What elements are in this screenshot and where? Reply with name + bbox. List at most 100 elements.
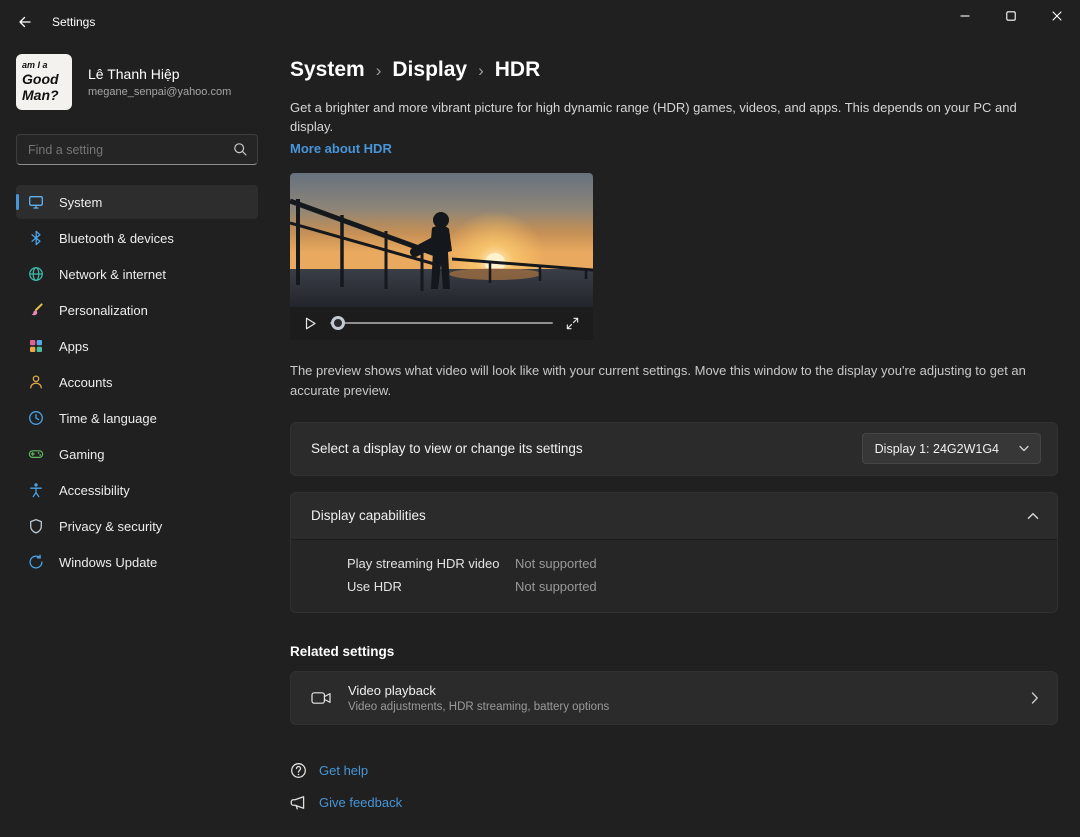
- main-content: System › Display › HDR Get a brighter an…: [270, 44, 1080, 837]
- apps-grid-icon: [28, 338, 44, 354]
- display-select-dropdown[interactable]: Display 1: 24G2W1G4: [862, 433, 1041, 464]
- sidebar-item-label: Bluetooth & devices: [59, 231, 174, 246]
- more-about-hdr-link[interactable]: More about HDR: [290, 141, 392, 156]
- search-input[interactable]: [17, 135, 257, 164]
- gamepad-icon: [28, 446, 44, 462]
- footer-links: Get help Give feedback: [290, 762, 1058, 811]
- display-capabilities-card: Display capabilities Play streaming HDR …: [290, 492, 1058, 613]
- video-playback-sublabel: Video adjustments, HDR streaming, batter…: [348, 701, 609, 713]
- sidebar-item-time-language[interactable]: Time & language: [16, 401, 258, 435]
- give-feedback-link[interactable]: Give feedback: [290, 794, 402, 811]
- chevron-right-icon: [1031, 692, 1039, 704]
- sidebar-item-personalization[interactable]: Personalization: [16, 293, 258, 327]
- sidebar-item-accessibility[interactable]: Accessibility: [16, 473, 258, 507]
- play-icon: [303, 316, 318, 331]
- paintbrush-icon: [28, 302, 44, 318]
- capability-value: Not supported: [515, 579, 597, 594]
- back-button[interactable]: [8, 7, 40, 37]
- display-capabilities-title: Display capabilities: [311, 508, 426, 523]
- capability-value: Not supported: [515, 556, 597, 571]
- window-controls: [942, 0, 1080, 32]
- video-controls: [290, 307, 593, 340]
- sidebar-item-label: Accessibility: [59, 483, 130, 498]
- monitor-icon: [28, 194, 44, 210]
- clock-icon: [28, 410, 44, 426]
- display-select-card: Select a display to view or change its s…: [290, 422, 1058, 476]
- get-help-link[interactable]: Get help: [290, 762, 368, 779]
- breadcrumb: System › Display › HDR: [290, 58, 1058, 82]
- user-name: Lê Thanh Hiệp: [88, 66, 231, 82]
- close-button[interactable]: [1034, 0, 1080, 32]
- sidebar-item-bluetooth-devices[interactable]: Bluetooth & devices: [16, 221, 258, 255]
- sidebar-item-label: Time & language: [59, 411, 157, 426]
- sidebar-item-network-internet[interactable]: Network & internet: [16, 257, 258, 291]
- help-icon: [290, 762, 307, 779]
- sidebar-item-privacy-security[interactable]: Privacy & security: [16, 509, 258, 543]
- fullscreen-icon: [565, 316, 580, 331]
- slider-track: [330, 322, 553, 324]
- window-title: Settings: [52, 15, 95, 29]
- play-button[interactable]: [303, 316, 318, 331]
- breadcrumb-separator: ›: [376, 59, 382, 81]
- search-icon[interactable]: [233, 142, 248, 157]
- globe-icon: [28, 266, 44, 282]
- sidebar-item-label: System: [59, 195, 102, 210]
- sidebar-item-label: Network & internet: [59, 267, 166, 282]
- sidebar-item-label: Gaming: [59, 447, 105, 462]
- avatar-text: Good: [22, 71, 72, 87]
- video-playback-card[interactable]: Video playback Video adjustments, HDR st…: [290, 671, 1058, 725]
- capability-row: Use HDR Not supported: [291, 575, 1057, 598]
- update-icon: [28, 554, 44, 570]
- minimize-button[interactable]: [942, 0, 988, 32]
- maximize-icon: [1005, 10, 1017, 22]
- chevron-down-icon: [1019, 445, 1029, 452]
- sidebar-item-label: Apps: [59, 339, 89, 354]
- give-feedback-label: Give feedback: [319, 795, 402, 810]
- display-capabilities-header[interactable]: Display capabilities: [291, 493, 1057, 539]
- hdr-video-preview[interactable]: [290, 173, 593, 340]
- breadcrumb-separator: ›: [478, 59, 484, 81]
- display-select-value: Display 1: 24G2W1G4: [875, 442, 999, 456]
- sidebar-item-label: Personalization: [59, 303, 148, 318]
- titlebar: Settings: [0, 0, 1080, 44]
- sidebar-item-label: Accounts: [59, 375, 112, 390]
- page-title: HDR: [495, 58, 541, 82]
- sidebar-nav: System Bluetooth & devices Network & int…: [16, 185, 258, 579]
- accessibility-icon: [28, 482, 44, 498]
- related-settings-heading: Related settings: [290, 644, 1058, 659]
- user-account[interactable]: am I a Good Man? Lê Thanh Hiệp megane_se…: [16, 54, 258, 110]
- selection-indicator: [16, 194, 19, 210]
- display-capabilities-body: Play streaming HDR video Not supported U…: [291, 539, 1057, 612]
- search-box: [16, 134, 258, 165]
- get-help-label: Get help: [319, 763, 368, 778]
- capability-row: Play streaming HDR video Not supported: [291, 552, 1057, 575]
- sidebar-item-system[interactable]: System: [16, 185, 258, 219]
- feedback-icon: [290, 794, 307, 811]
- person-icon: [28, 374, 44, 390]
- preview-note: The preview shows what video will look l…: [290, 361, 1058, 401]
- fullscreen-button[interactable]: [565, 316, 580, 331]
- display-select-label: Select a display to view or change its s…: [311, 441, 583, 456]
- page-description: Get a brighter and more vibrant picture …: [290, 99, 1058, 137]
- avatar-text: am I a: [22, 61, 72, 71]
- video-progress-slider[interactable]: [330, 315, 553, 331]
- sidebar-item-apps[interactable]: Apps: [16, 329, 258, 363]
- sidebar-item-accounts[interactable]: Accounts: [16, 365, 258, 399]
- close-icon: [1051, 10, 1063, 22]
- shield-icon: [28, 518, 44, 534]
- capability-label: Use HDR: [347, 579, 515, 594]
- slider-thumb[interactable]: [331, 316, 345, 330]
- breadcrumb-system[interactable]: System: [290, 58, 365, 82]
- sidebar-item-gaming[interactable]: Gaming: [16, 437, 258, 471]
- breadcrumb-display[interactable]: Display: [392, 58, 467, 82]
- user-email: megane_senpai@yahoo.com: [88, 86, 231, 98]
- sunset-preview-image: [290, 173, 593, 307]
- avatar: am I a Good Man?: [16, 54, 72, 110]
- avatar-text: Man?: [22, 87, 72, 103]
- video-playback-label: Video playback: [348, 683, 609, 698]
- back-arrow-icon: [16, 14, 32, 30]
- sidebar-item-windows-update[interactable]: Windows Update: [16, 545, 258, 579]
- sidebar-item-label: Windows Update: [59, 555, 157, 570]
- maximize-button[interactable]: [988, 0, 1034, 32]
- chevron-up-icon[interactable]: [1027, 512, 1039, 520]
